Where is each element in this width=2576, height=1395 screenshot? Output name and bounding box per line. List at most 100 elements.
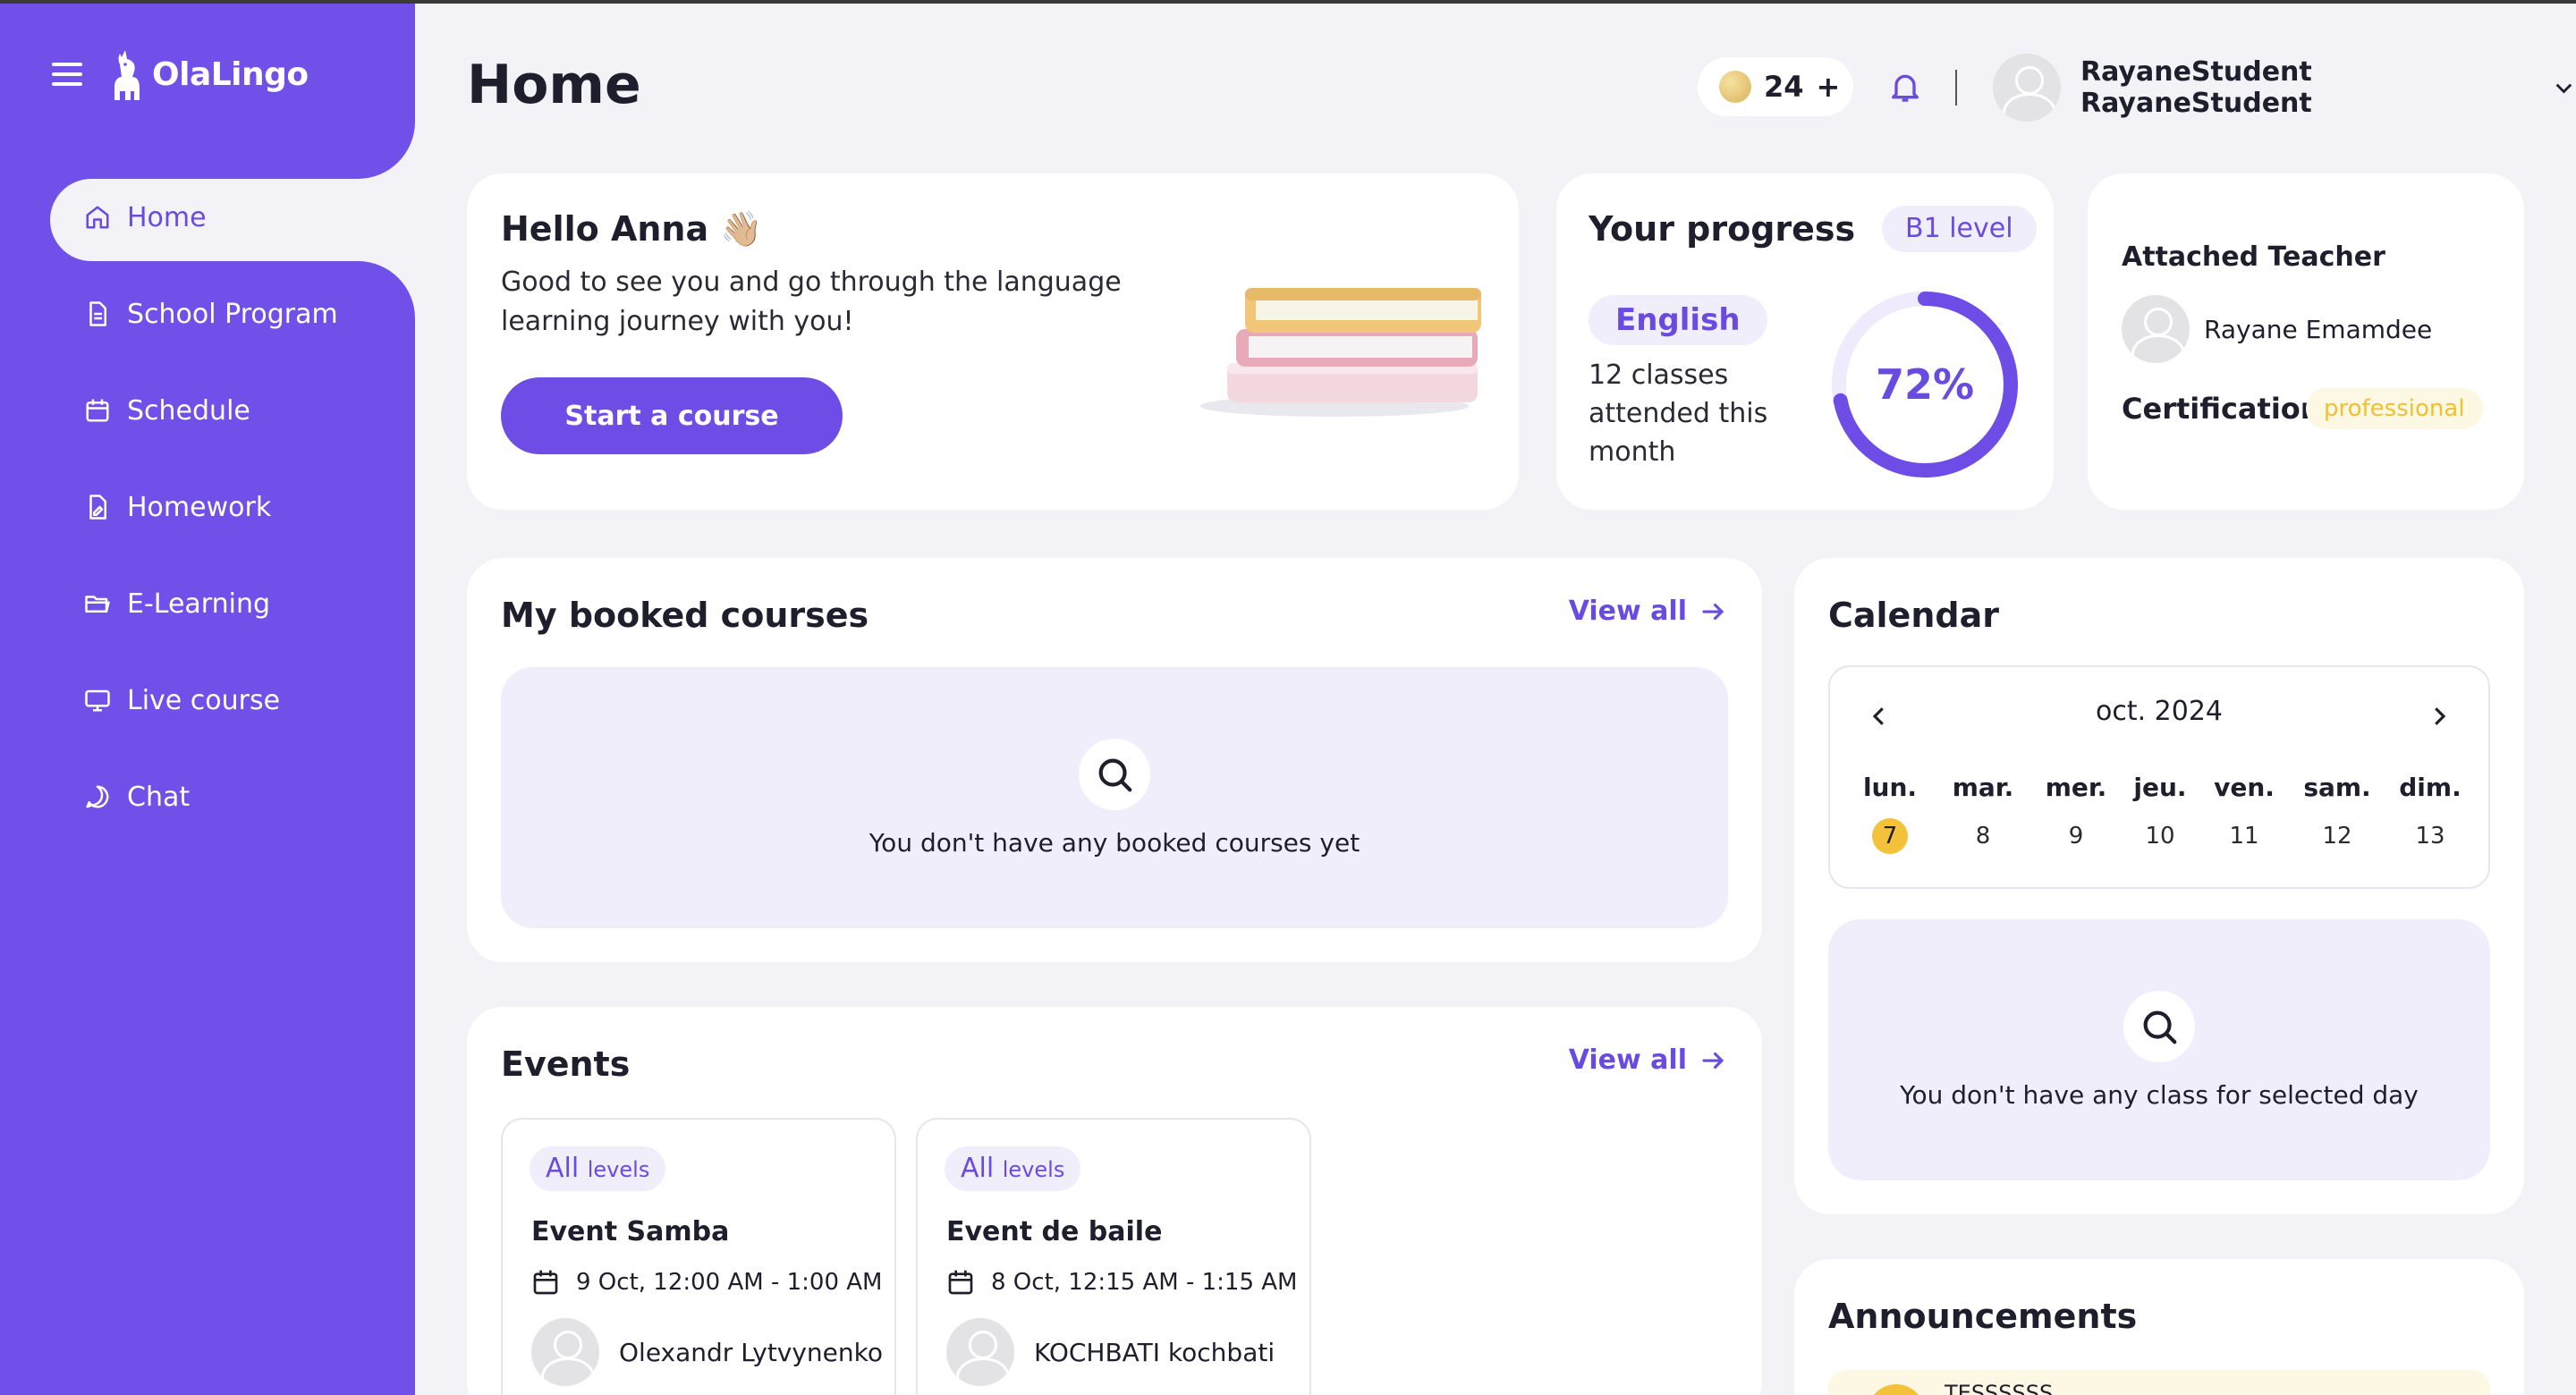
- sidebar-item-label: E-Learning: [127, 588, 271, 620]
- calendar-day[interactable]: mar. 8: [1943, 773, 2023, 854]
- teacher-name: Rayane Emamdee: [2204, 314, 2433, 344]
- user-name: RayaneStudent RayaneStudent: [2080, 56, 2312, 119]
- sidebar-item-live-course[interactable]: Live course: [84, 678, 280, 723]
- calendar-empty-text: You don't have any class for selected da…: [1900, 1079, 2419, 1110]
- language-badge: English: [1589, 295, 1767, 345]
- calendar-day[interactable]: jeu. 10: [2120, 773, 2200, 854]
- progress-title: Your progress: [1589, 209, 1856, 249]
- calendar-day[interactable]: lun. 7: [1850, 773, 1930, 854]
- window-top-border: [0, 0, 2576, 4]
- calendar-card: Calendar oct. 2024 lun. 7 mar. 8 mer. 9 jeu…: [1794, 558, 2524, 1214]
- day-name: sam.: [2303, 773, 2371, 802]
- event-host: Olexandr Lytvynenko: [531, 1318, 883, 1386]
- day-date: 12: [2322, 823, 2352, 850]
- level-badge: B1 level: [1882, 206, 2037, 252]
- chevron-down-icon[interactable]: [2552, 75, 2576, 100]
- view-all-label: View all: [1568, 596, 1687, 627]
- app-logo[interactable]: OlaLingo: [106, 46, 309, 102]
- event-card[interactable]: All levels Event Samba 9 Oct, 12:00 AM -…: [501, 1118, 896, 1395]
- day-name: mar.: [1952, 773, 2014, 802]
- sidebar-item-label: Schedule: [127, 394, 250, 427]
- progress-card: Your progress B1 level English 12 classe…: [1556, 173, 2054, 510]
- menu-icon[interactable]: [52, 63, 82, 86]
- search-icon: [2123, 990, 2195, 1062]
- calendar-empty-state: You don't have any class for selected da…: [1828, 919, 2490, 1180]
- welcome-title: Hello Anna 👋🏼: [501, 209, 763, 249]
- host-name: KOCHBATI kochbati: [1034, 1337, 1275, 1367]
- chat-bubble-icon: [86, 785, 109, 808]
- day-date: 8: [1975, 823, 1991, 850]
- llama-logo-icon: [114, 50, 140, 100]
- sidebar-item-label: Live course: [127, 684, 281, 716]
- monitor-icon: [85, 689, 110, 712]
- sidebar-item-label: Homework: [127, 491, 272, 523]
- bell-icon[interactable]: [1887, 68, 1923, 106]
- sidebar-item-label: Chat: [127, 781, 191, 813]
- calendar-icon: [948, 1270, 973, 1295]
- day-date-selected: 7: [1872, 818, 1908, 854]
- view-all-label: View all: [1568, 1044, 1687, 1076]
- coins-balance[interactable]: 24 +: [1698, 57, 1853, 116]
- chevron-right-icon[interactable]: [2426, 703, 2453, 730]
- events-view-all-link[interactable]: View all: [1569, 1044, 1726, 1076]
- events-card: Events View all All levels Event Samba 9…: [467, 1007, 1762, 1395]
- calendar-day[interactable]: sam. 12: [2297, 773, 2377, 854]
- add-coins-button[interactable]: +: [1817, 70, 1841, 104]
- folder-icon: [85, 596, 110, 613]
- calendar-icon: [533, 1270, 558, 1295]
- sidebar-item-homework[interactable]: Homework: [84, 485, 271, 529]
- welcome-card: Hello Anna 👋🏼 Good to see you and go thr…: [467, 173, 1519, 510]
- day-name: dim.: [2399, 773, 2462, 802]
- header-divider: [1955, 70, 1957, 106]
- event-date: 8 Oct, 12:15 AM - 1:15 AM: [946, 1268, 1297, 1297]
- event-host: KOCHBATI kochbati: [946, 1318, 1275, 1386]
- arrow-right-icon: [1702, 1052, 1724, 1069]
- calendar-day[interactable]: ven. 11: [2204, 773, 2284, 854]
- announcement-avatar: [1868, 1384, 1925, 1395]
- teacher-avatar: [2122, 295, 2190, 363]
- start-course-button[interactable]: Start a course: [501, 377, 843, 454]
- sidebar-item-school-program[interactable]: School Program: [84, 292, 338, 336]
- arrow-right-icon: [1702, 603, 1724, 620]
- booked-courses-card: My booked courses View all You don't hav…: [467, 558, 1762, 962]
- event-date-text: 9 Oct, 12:00 AM - 1:00 AM: [576, 1269, 883, 1296]
- event-level-main: All: [546, 1153, 580, 1184]
- progress-percent: 72%: [1875, 360, 1975, 409]
- day-name: mer.: [2045, 773, 2107, 802]
- booked-view-all-link[interactable]: View all: [1569, 596, 1726, 627]
- calendar-day[interactable]: mer. 9: [2036, 773, 2116, 854]
- welcome-text: Good to see you and go through the langu…: [501, 266, 1122, 337]
- calendar-day[interactable]: dim. 13: [2390, 773, 2470, 854]
- calendar-month: oct. 2024: [2095, 696, 2224, 727]
- coins-count: 24: [1764, 70, 1804, 104]
- user-menu[interactable]: RayaneStudent RayaneStudent: [1993, 54, 2576, 122]
- homework-file-icon: [89, 495, 106, 520]
- classes-attended-text: 12 classes attended this month: [1589, 359, 1768, 468]
- sidebar-item-home[interactable]: Home: [84, 195, 207, 240]
- teacher-info[interactable]: Rayane Emamdee: [2122, 295, 2432, 363]
- day-date: 11: [2229, 823, 2259, 850]
- host-avatar: [946, 1318, 1014, 1386]
- search-icon: [1079, 738, 1150, 810]
- announcement-item[interactable]: TESSSSSS: [1828, 1370, 2490, 1395]
- user-avatar: [1993, 54, 2061, 122]
- event-date: 9 Oct, 12:00 AM - 1:00 AM: [531, 1268, 882, 1297]
- booked-courses-empty-state: You don't have any booked courses yet: [501, 667, 1728, 928]
- booked-courses-empty-text: You don't have any booked courses yet: [869, 827, 1360, 858]
- booked-courses-title: My booked courses: [501, 596, 869, 635]
- event-date-text: 8 Oct, 12:15 AM - 1:15 AM: [991, 1269, 1298, 1296]
- page-title: Home: [467, 54, 641, 116]
- sidebar-item-schedule[interactable]: Schedule: [84, 388, 250, 433]
- event-level-sub: levels: [587, 1157, 650, 1182]
- sidebar-item-chat[interactable]: Chat: [84, 774, 190, 819]
- host-avatar: [531, 1318, 599, 1386]
- sidebar-item-e-learning[interactable]: E-Learning: [84, 581, 270, 626]
- certification-label: Certification:: [2122, 392, 2333, 426]
- coin-icon: [1719, 71, 1751, 103]
- teacher-title: Attached Teacher: [2122, 241, 2385, 273]
- sidebar-item-label: Home: [127, 201, 207, 233]
- event-title: Event de baile: [946, 1216, 1163, 1247]
- calendar-icon: [86, 399, 109, 422]
- event-level-sub: levels: [1002, 1157, 1065, 1182]
- event-card[interactable]: All levels Event de baile 8 Oct, 12:15 A…: [916, 1118, 1311, 1395]
